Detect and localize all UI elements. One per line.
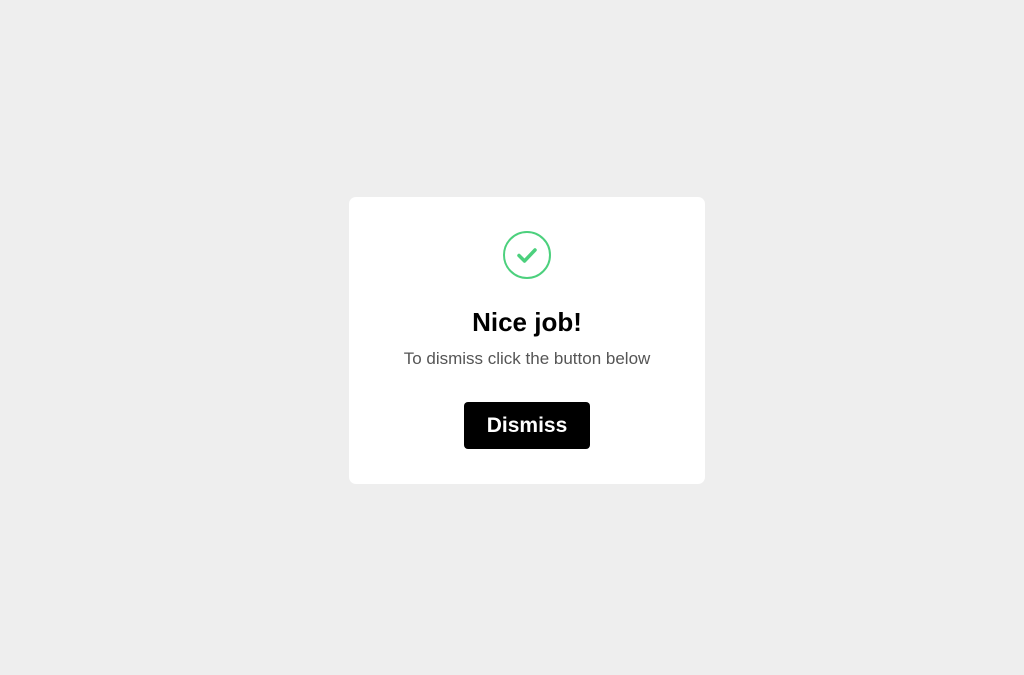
checkmark-icon xyxy=(517,248,537,263)
dismiss-button[interactable]: Dismiss xyxy=(464,402,590,449)
page-background: Nice job! To dismiss click the button be… xyxy=(0,0,1024,675)
modal-title: Nice job! xyxy=(472,307,582,337)
check-circle-icon xyxy=(503,231,551,279)
success-modal: Nice job! To dismiss click the button be… xyxy=(349,197,705,484)
modal-subtitle: To dismiss click the button below xyxy=(403,349,651,368)
